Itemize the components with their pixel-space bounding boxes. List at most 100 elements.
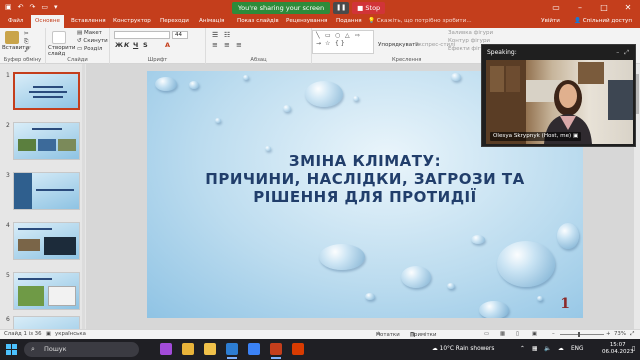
close-icon[interactable]: ✕ [616,0,640,15]
tray-chevron-icon[interactable]: ⌃ [520,339,525,360]
thumbnail-number: 4 [6,222,10,229]
maximize-icon[interactable]: □ [592,0,616,15]
water-drop [497,241,555,287]
zoom-app-icon[interactable] [226,343,238,355]
active-app-indicator [227,357,237,359]
slide-thumbnail-row[interactable]: 1 [3,72,85,112]
slide-thumbnail-row[interactable]: 3 [3,172,85,212]
slide-thumbnail-row[interactable]: 5 [3,272,85,312]
language-indicator[interactable]: українська [55,331,86,337]
layout-button[interactable]: ▤ Макет [77,30,102,36]
copy-icon[interactable]: ⎘ [24,39,28,46]
store-icon[interactable] [248,343,260,355]
network-icon[interactable]: ▦ [532,339,537,360]
section-button[interactable]: ▭ Розділ [77,46,102,52]
powerpoint-icon[interactable] [270,343,282,355]
save-icon[interactable]: ▣ [5,0,12,15]
slide-thumbnail-row[interactable]: 2 [3,122,85,162]
reset-button[interactable]: ↺ Скинути [77,38,108,44]
tab-animations[interactable]: Анімація [199,15,224,28]
zoom-slider-thumb[interactable] [578,332,580,337]
align-right-icon[interactable]: ≡ [236,41,242,49]
minimize-icon[interactable]: – [568,0,592,15]
clock-time: 15:07 [609,342,626,348]
ribbon-display-icon[interactable]: ▭ [544,0,568,15]
tab-file[interactable]: Файл [8,15,23,28]
file-explorer-icon[interactable] [204,343,216,355]
slide-thumbnail-row[interactable]: 4 [3,222,85,262]
slide-sorter-icon[interactable]: ▦ [500,331,505,337]
fit-slide-icon[interactable]: ⤢ [630,331,634,338]
spellcheck-icon[interactable]: ▣ [46,331,51,337]
tab-review[interactable]: Рецензування [286,15,327,28]
normal-view-icon[interactable]: ▭ [484,331,489,337]
tab-slideshow[interactable]: Показ слайдів [237,15,279,28]
input-language[interactable]: ENG [571,339,584,360]
task-view-icon[interactable] [160,343,172,355]
zoom-in-icon[interactable]: + [606,331,611,337]
thumbnail-scrollbar[interactable] [82,64,85,329]
onedrive-icon[interactable]: ☁ [558,339,564,360]
bold-button[interactable]: Ж [115,41,123,49]
thumbnail-number: 2 [6,122,10,129]
rectangle-shape-icon: ▭ [325,32,331,39]
taskbar-search[interactable]: ⌕ Пошук [24,342,139,357]
tab-view[interactable]: Подання [336,15,362,28]
slideshow-view-icon[interactable]: ▣ [532,331,537,337]
bullets-icon[interactable]: ☰ [212,31,218,39]
present-icon[interactable]: ▭ [41,0,48,15]
water-drop [365,293,375,300]
shape-fill-button[interactable]: Заливка фігури [448,30,493,36]
stop-sharing-button[interactable]: ■ Stop [352,1,386,14]
cut-icon[interactable]: ✂ [24,31,29,37]
thumbnail-image [58,139,76,151]
volume-icon[interactable]: 🔈 [544,339,551,360]
sign-in-link[interactable]: Увійти [541,15,560,28]
system-clock[interactable]: 15:07 06.04.2023 [602,342,634,356]
slide-thumbnail[interactable] [13,272,80,310]
chrome-icon[interactable] [182,343,194,355]
tab-design[interactable]: Конструктор [113,15,151,28]
tab-home[interactable]: Основне [31,15,64,28]
slide-thumbnail[interactable] [13,316,80,329]
undo-icon[interactable]: ↶ [18,0,24,15]
pause-share-button[interactable]: ❚❚ [333,1,350,14]
slide-thumbnail[interactable] [13,172,80,210]
slide-thumbnail[interactable] [13,122,80,160]
tell-me-search[interactable]: 💡 Скажіть, що потрібно зробити... [368,15,472,28]
reading-view-icon[interactable]: ▯ [516,331,519,337]
arrange-button[interactable]: Упорядкувати [378,42,419,48]
font-name-box[interactable] [114,31,170,39]
slide-thumbnail[interactable] [13,72,80,110]
paste-icon[interactable] [5,31,19,44]
new-slide-button[interactable]: Створити слайд [48,45,76,57]
slide-thumbnail-row[interactable]: 6 [3,316,85,329]
slide-thumbnail[interactable] [13,222,80,260]
shapes-gallery[interactable]: ╲ ▭ ○ △ ⇨ → ☆ { } [312,30,374,54]
customize-qat-icon[interactable]: ▾ [54,0,58,15]
underline-button[interactable]: Ч [133,41,138,49]
title-bar: ▣ ↶ ↷ ▭ ▾ You're sharing your screen ❚❚ … [0,0,640,15]
office-icon[interactable] [292,343,304,355]
new-slide-icon[interactable] [52,31,66,44]
tab-transitions[interactable]: Переходи [160,15,189,28]
numbering-icon[interactable]: ☷ [224,31,230,39]
minimize-video-icon[interactable]: – [616,49,619,57]
notifications-icon[interactable]: ▯ [632,339,635,360]
tab-insert[interactable]: Вставлення [71,15,106,28]
zoom-out-icon[interactable]: – [552,331,555,337]
redo-icon[interactable]: ↷ [30,0,36,15]
align-left-icon[interactable]: ≡ [212,41,218,49]
format-painter-icon[interactable]: 🖌 [24,47,31,53]
italic-button[interactable]: К [124,41,129,49]
weather-widget[interactable]: ☁ 10°C Rain showers [432,339,494,360]
zoom-level[interactable]: 73% [614,331,626,337]
expand-video-icon[interactable]: ⤢ [624,49,629,57]
strikethrough-button[interactable]: S [143,41,148,49]
font-size-box[interactable]: 44 [172,31,188,39]
font-color-button[interactable]: A [165,41,170,49]
zoom-slider[interactable] [560,334,604,335]
windows-start-icon[interactable] [6,344,17,355]
align-center-icon[interactable]: ≡ [224,41,230,49]
share-button[interactable]: 👤 Спільний доступ [574,15,632,28]
